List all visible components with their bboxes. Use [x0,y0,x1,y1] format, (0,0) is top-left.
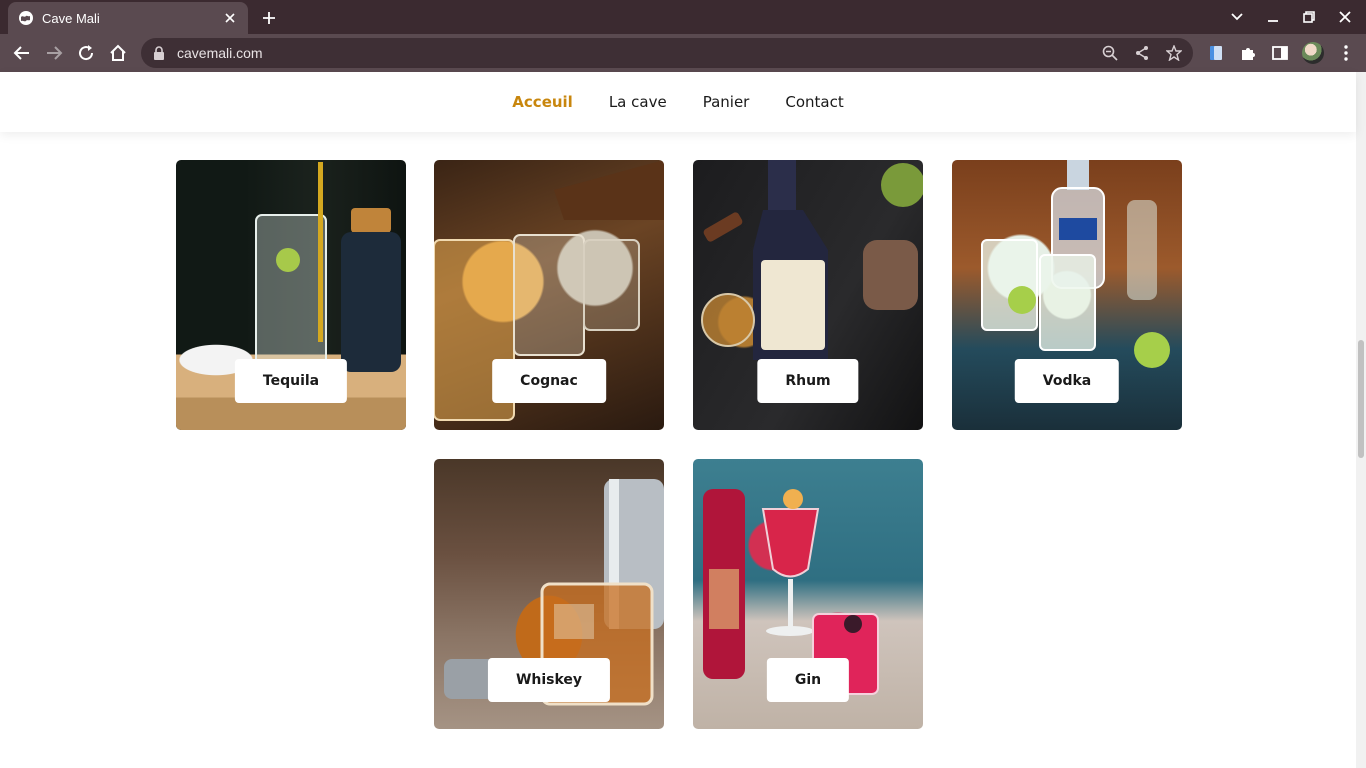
restore-icon [1303,11,1315,23]
puzzle-icon[interactable] [1238,42,1258,64]
main-nav: Acceuil La cave Panier Contact [512,93,843,111]
lock-icon[interactable] [151,45,167,61]
extension-icon[interactable] [1206,42,1226,64]
minimize-button[interactable] [1260,6,1286,28]
site-header: Acceuil La cave Panier Contact [0,72,1356,132]
category-label: Vodka [1014,359,1120,403]
nav-item-acceuil[interactable]: Acceuil [512,93,573,111]
tab-title: Cave Mali [42,10,100,26]
category-label: Rhum [757,359,859,403]
share-icon[interactable] [1133,44,1151,62]
category-card-cognac[interactable]: Cognac [434,160,664,430]
arrow-right-icon [47,46,63,60]
close-icon [1339,11,1351,23]
scrollbar-thumb[interactable] [1358,340,1364,458]
globe-icon [18,10,34,26]
browser-tab-strip: Cave Mali [0,0,1366,34]
category-label: Tequila [234,359,348,403]
side-panel-icon[interactable] [1270,42,1290,64]
address-bar[interactable]: cavemali.com [141,38,1193,68]
back-button[interactable] [6,37,38,69]
reload-icon [79,45,94,61]
restore-button[interactable] [1296,6,1322,28]
category-card-vodka[interactable]: Vodka [952,160,1182,430]
minimize-icon [1268,20,1278,22]
category-label: Gin [766,658,850,702]
avatar[interactable] [1302,42,1324,64]
new-tab-button[interactable] [258,7,280,29]
chevron-down-icon [1231,13,1243,21]
nav-item-panier[interactable]: Panier [703,93,750,111]
kebab-menu-icon[interactable] [1336,42,1356,64]
plus-icon [263,12,275,24]
category-label: Whiskey [487,658,611,702]
home-icon [110,44,126,61]
category-card-whiskey[interactable]: Whiskey [434,459,664,729]
close-icon[interactable] [222,10,238,26]
tab-search-button[interactable] [1224,6,1250,28]
forward-button[interactable] [38,37,70,69]
category-card-gin[interactable]: Gin [693,459,923,729]
category-card-tequila[interactable]: Tequila [176,160,406,430]
browser-toolbar: cavemali.com [0,34,1366,72]
arrow-left-icon [13,46,29,60]
nav-item-contact[interactable]: Contact [785,93,843,111]
reload-button[interactable] [70,37,102,69]
nav-item-la-cave[interactable]: La cave [609,93,667,111]
category-label: Cognac [492,359,606,403]
star-icon[interactable] [1165,44,1183,62]
close-window-button[interactable] [1332,6,1358,28]
url-text[interactable]: cavemali.com [177,45,1101,61]
window-controls [1224,6,1358,28]
browser-tab[interactable]: Cave Mali [8,2,248,34]
extensions-area [1206,42,1356,64]
home-button[interactable] [102,37,134,69]
zoom-icon[interactable] [1101,44,1119,62]
category-card-rhum[interactable]: Rhum [693,160,923,430]
page-scrollbar[interactable] [1356,72,1366,768]
